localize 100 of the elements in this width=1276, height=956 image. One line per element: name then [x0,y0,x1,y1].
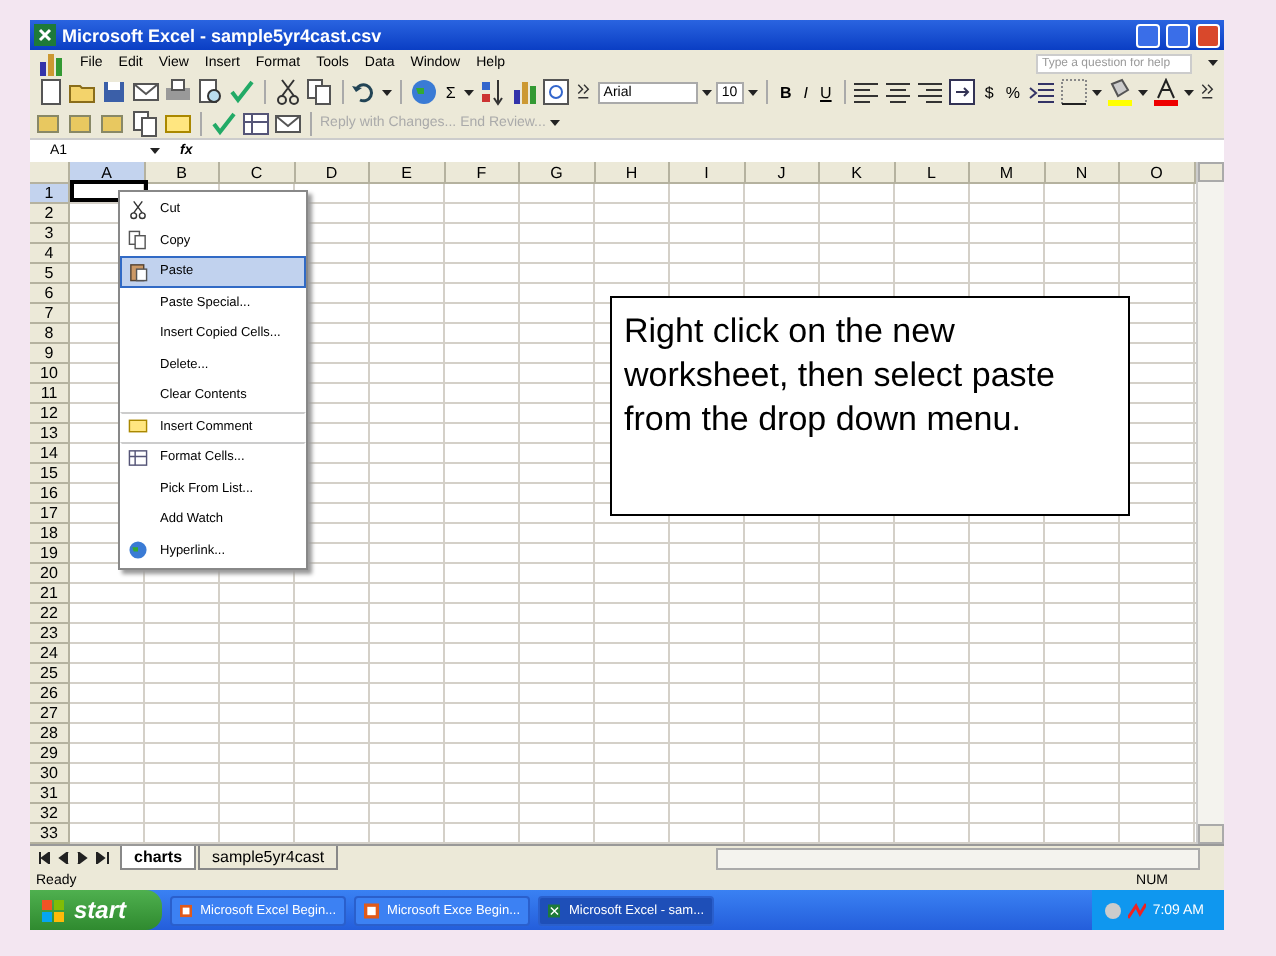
row-header[interactable]: 11 [30,384,70,404]
horizontal-scrollbar[interactable] [716,847,1200,869]
row-header[interactable]: 1 [30,184,70,204]
row-header[interactable]: 24 [30,644,70,664]
close-button[interactable] [1196,23,1220,47]
column-header[interactable]: C [220,162,295,184]
align-right-icon[interactable] [916,78,945,106]
sheet-nav-icon[interactable] [36,852,50,864]
caret-icon[interactable] [1091,89,1102,95]
row-header[interactable]: 23 [30,624,70,644]
row-header[interactable]: 20 [30,564,70,584]
minimize-button[interactable] [1136,23,1160,47]
column-header[interactable]: D [295,162,370,184]
caret-icon[interactable] [150,148,160,154]
row-header[interactable]: 3 [30,224,70,244]
row-header[interactable]: 30 [30,764,70,784]
row-header[interactable]: 6 [30,284,70,304]
row-header[interactable]: 14 [30,444,70,464]
column-header[interactable]: F [445,162,520,184]
row-header[interactable]: 25 [30,664,70,684]
borders-icon[interactable] [1059,78,1088,106]
pages-icon[interactable] [132,109,160,137]
row-header[interactable]: 31 [30,784,70,804]
row-header[interactable]: 32 [30,804,70,824]
column-header[interactable]: L [895,162,970,184]
row-header[interactable]: 10 [30,364,70,384]
restore-button[interactable] [1166,23,1190,47]
envelope-icon[interactable] [274,109,302,137]
row-header[interactable]: 2 [30,204,70,224]
caret-icon[interactable] [1137,89,1148,95]
copy-icon[interactable] [305,78,334,106]
row-header[interactable]: 4 [30,244,70,264]
envelope-icon[interactable] [132,78,160,106]
caret-icon[interactable] [748,89,759,95]
merge-icon[interactable] [948,78,977,106]
row-header[interactable]: 22 [30,604,70,624]
excel-doc-icon[interactable] [36,49,64,77]
caret-icon[interactable] [382,89,393,95]
font-color-icon[interactable] [1151,78,1180,106]
undo-icon[interactable] [350,78,379,106]
scissors-icon[interactable] [273,78,302,106]
help-icon[interactable] [541,78,570,106]
row-header[interactable]: 13 [30,424,70,444]
row-header[interactable]: 28 [30,724,70,744]
column-header[interactable]: N [1045,162,1120,184]
row-header[interactable]: 29 [30,744,70,764]
row-header[interactable]: 8 [30,324,70,344]
row-header[interactable]: 5 [30,264,70,284]
globe-icon[interactable] [409,78,438,106]
sheet-nav-icon[interactable] [96,852,110,864]
indent-icon[interactable] [1027,78,1056,106]
row-header[interactable]: 16 [30,484,70,504]
window-title: Microsoft Excel - sample5yr4cast.csv [62,25,384,45]
underline-button[interactable]: U [816,83,836,101]
column-header[interactable]: J [745,162,820,184]
spreadsheet-icon [548,901,561,919]
row-header[interactable]: 27 [30,704,70,724]
printer-icon[interactable] [164,78,192,106]
italic-button[interactable]: I [799,83,813,101]
percent-button[interactable]: % [1001,83,1024,101]
row-header[interactable]: 21 [30,584,70,604]
table-icon[interactable] [242,109,270,137]
row-header[interactable]: 9 [30,344,70,364]
check-icon[interactable] [210,109,238,137]
row-header[interactable]: 19 [30,544,70,564]
row-header[interactable]: 15 [30,464,70,484]
caret-icon[interactable] [701,89,712,95]
row-header[interactable]: 12 [30,404,70,424]
save-icon[interactable] [100,78,128,106]
sheet-tab[interactable]: charts [120,846,197,870]
slides-icon [180,901,193,919]
row-header[interactable]: 7 [30,304,70,324]
bold-button[interactable]: B [776,83,796,101]
column-header[interactable]: E [370,162,445,184]
caret-icon[interactable] [1208,60,1218,66]
column-header[interactable]: I [670,162,745,184]
column-header[interactable]: M [970,162,1045,184]
row-header[interactable]: 33 [30,824,70,844]
row-header[interactable]: 26 [30,684,70,704]
caret-icon[interactable] [549,120,560,126]
column-header[interactable]: O [1120,162,1195,184]
print-preview-icon[interactable] [196,78,224,106]
column-header[interactable]: H [595,162,670,184]
check-icon[interactable] [228,78,256,106]
caret-icon[interactable] [463,89,474,95]
align-left-icon[interactable] [852,78,881,106]
column-header[interactable]: K [820,162,895,184]
sort-icon[interactable] [477,78,506,106]
row-header[interactable]: 17 [30,504,70,524]
caret-icon[interactable] [1183,89,1194,95]
column-header[interactable]: G [520,162,595,184]
fill-color-icon[interactable] [1105,78,1134,106]
row-header[interactable]: 18 [30,524,70,544]
sheet-tab[interactable]: sample5yr4cast [198,846,339,870]
new-page-icon[interactable] [36,78,64,106]
autosum-button[interactable]: Σ [441,83,460,101]
chart-icon[interactable] [509,78,538,106]
column-header[interactable]: B [145,162,220,184]
currency-button[interactable]: $ [980,83,998,101]
align-center-icon[interactable] [884,78,913,106]
